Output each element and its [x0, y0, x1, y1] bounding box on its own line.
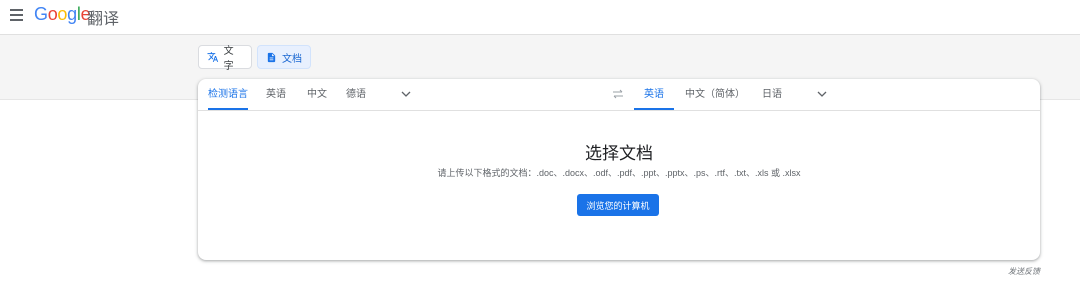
tab-target-chinese-simplified[interactable]: 中文（简体）: [685, 79, 745, 110]
chevron-down-icon[interactable]: [401, 89, 411, 99]
text-mode-button[interactable]: 文字: [198, 45, 252, 72]
document-mode-button[interactable]: 文档: [257, 45, 311, 69]
swap-icon[interactable]: [612, 89, 624, 99]
tab-detect-language[interactable]: 检测语言: [208, 79, 248, 110]
language-bar: 检测语言 英语 中文 德语 英语 中文（简体） 日语: [198, 79, 1040, 111]
document-icon: [267, 52, 276, 62]
page-title: 选择文档: [585, 144, 653, 163]
tab-source-english[interactable]: 英语: [266, 79, 286, 110]
translate-card: 检测语言 英语 中文 德语 英语 中文（简体） 日语 选择文档 请上传以下格式的…: [198, 79, 1040, 260]
tab-target-english[interactable]: 英语: [634, 79, 674, 110]
tab-source-german[interactable]: 德语: [346, 79, 366, 110]
google-logo[interactable]: Google: [34, 4, 91, 25]
chevron-down-icon[interactable]: [817, 89, 827, 99]
product-name: 翻译: [87, 11, 120, 28]
supported-formats-text: 请上传以下格式的文档：.doc、.docx、.odf、.pdf、.ppt、.pp…: [437, 168, 801, 178]
send-feedback-link[interactable]: 发送反馈: [1008, 266, 1040, 277]
browse-computer-button[interactable]: 浏览您的计算机: [577, 194, 659, 216]
text-mode-label: 文字: [223, 46, 234, 72]
top-bar: Google 翻译: [0, 0, 1080, 35]
tab-target-japanese[interactable]: 日语: [762, 79, 782, 110]
tab-source-chinese[interactable]: 中文: [307, 79, 327, 110]
menu-icon[interactable]: [10, 9, 23, 21]
translate-icon: [207, 52, 219, 62]
document-mode-label: 文档: [282, 53, 302, 65]
